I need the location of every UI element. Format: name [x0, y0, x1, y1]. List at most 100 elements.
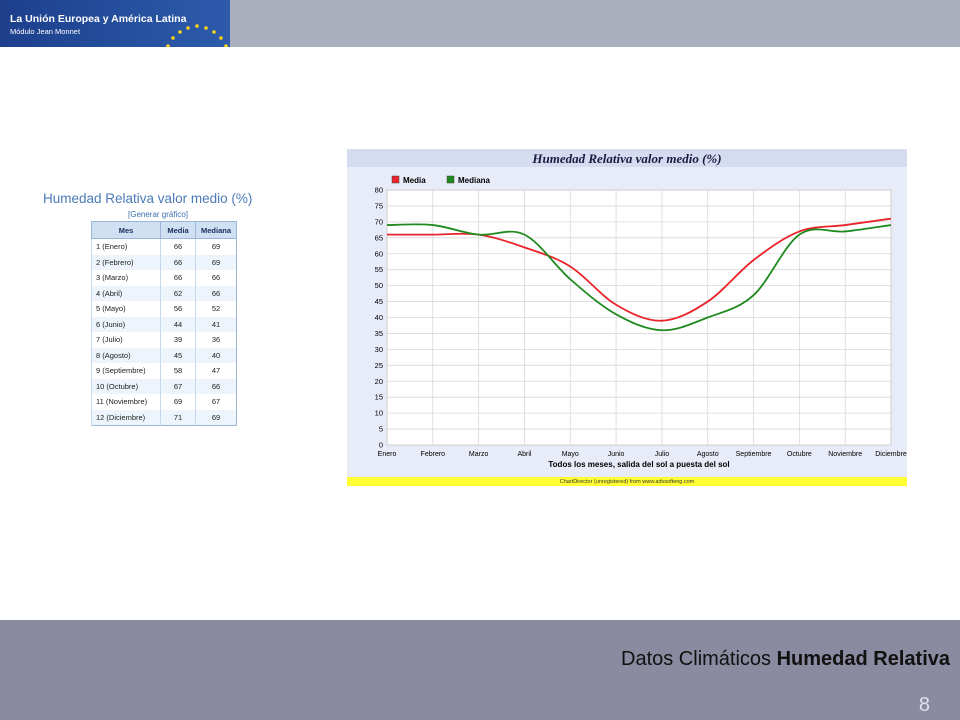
cell-mes: 1 (Enero) — [91, 238, 161, 255]
y-tick-label: 15 — [375, 393, 383, 402]
table-title: Humedad Relativa valor medio (%) — [43, 191, 253, 206]
cell-media: 67 — [160, 378, 196, 394]
chart-footnote: ChartDirector (unregistered) from www.ad… — [560, 479, 695, 485]
cell-mediana: 69 — [195, 238, 237, 255]
x-tick-label: Noviembre — [828, 451, 862, 458]
cell-mediana: 69 — [195, 254, 237, 270]
y-tick-label: 75 — [375, 201, 383, 210]
slide-title: Datos Climáticos Humedad Relativa — [621, 648, 950, 671]
cell-media: 66 — [160, 238, 196, 255]
cell-mediana: 66 — [195, 378, 237, 394]
cell-mes: 9 (Septiembre) — [91, 363, 161, 379]
cell-mediana: 67 — [195, 394, 237, 410]
table-row: 7 (Julio) 39 36 — [91, 332, 237, 348]
table-row: 4 (Abril) 62 66 — [91, 285, 237, 301]
cell-media: 71 — [160, 409, 196, 426]
y-tick-label: 80 — [375, 186, 383, 195]
x-axis-label: Todos los meses, salida del sol a puesta… — [548, 460, 729, 469]
cell-mes: 7 (Julio) — [91, 332, 161, 348]
eu-stars-icon — [166, 24, 228, 47]
slide-title-bold: Humedad Relativa — [776, 648, 950, 670]
y-tick-label: 30 — [375, 345, 383, 354]
y-tick-label: 5 — [379, 425, 383, 434]
generate-chart-link[interactable]: [Generar gráfico] — [128, 210, 188, 219]
x-tick-label: Marzo — [469, 451, 489, 458]
y-tick-label: 50 — [375, 281, 383, 290]
y-tick-label: 40 — [375, 313, 383, 322]
climate-table: Mes Media Mediana 1 (Enero) 66 69 2 (Febrer… — [91, 221, 237, 426]
y-tick-label: 10 — [375, 409, 383, 418]
cell-mes: 4 (Abril) — [91, 285, 161, 301]
legend-swatch — [391, 175, 400, 184]
y-tick-label: 70 — [375, 217, 383, 226]
logo-subtitle: Módulo Jean Monnet — [10, 27, 81, 36]
cell-mediana: 66 — [195, 270, 237, 286]
table-row: 2 (Febrero) 66 69 — [91, 254, 237, 270]
column-header-media: Media — [160, 221, 196, 239]
x-tick-label: Octubre — [787, 451, 812, 458]
table-row: 5 (Mayo) 56 52 — [91, 301, 237, 317]
slide-title-regular: Datos Climáticos — [621, 648, 777, 670]
x-tick-label: Mayo — [562, 451, 579, 458]
table-row: 8 (Agosto) 45 40 — [91, 347, 237, 363]
x-tick-label: Junio — [608, 451, 625, 458]
cell-mes: 12 (Diciembre) — [91, 409, 161, 426]
cell-mes: 3 (Marzo) — [91, 270, 161, 286]
cell-mes: 8 (Agosto) — [91, 347, 161, 363]
y-tick-label: 65 — [375, 233, 383, 242]
cell-media: 66 — [160, 270, 196, 286]
legend-label: Mediana — [458, 176, 491, 185]
footer-bar: Datos Climáticos Humedad Relativa 8 — [0, 620, 960, 720]
cell-media: 44 — [160, 316, 196, 332]
table-row: 10 (Octubre) 67 66 — [91, 378, 237, 394]
table-row: 12 (Diciembre) 71 69 — [91, 409, 237, 426]
cell-mediana: 52 — [195, 301, 237, 317]
table-header-row: Mes Media Mediana — [91, 221, 237, 239]
column-header-mediana: Mediana — [195, 221, 237, 239]
cell-mediana: 66 — [195, 285, 237, 301]
legend-label: Media — [403, 176, 426, 185]
x-tick-label: Septiembre — [736, 451, 772, 458]
y-tick-label: 35 — [375, 329, 383, 338]
cell-media: 39 — [160, 332, 196, 348]
logo-banner: La Unión Europea y América Latina Módulo… — [0, 0, 230, 47]
x-tick-label: Julio — [655, 451, 670, 458]
humidity-chart: Humedad Relativa valor medio (%) ChartDi… — [347, 149, 907, 486]
cell-media: 45 — [160, 347, 196, 363]
cell-mes: 10 (Octubre) — [91, 378, 161, 394]
y-tick-label: 0 — [379, 441, 383, 450]
chart-title: Humedad Relativa valor medio (%) — [531, 151, 721, 166]
x-tick-label: Febrero — [421, 451, 446, 458]
x-tick-label: Agosto — [697, 451, 719, 458]
cell-media: 56 — [160, 301, 196, 317]
y-tick-label: 55 — [375, 265, 383, 274]
cell-media: 66 — [160, 254, 196, 270]
cell-mediana: 36 — [195, 332, 237, 348]
cell-mes: 6 (Junio) — [91, 316, 161, 332]
cell-mediana: 41 — [195, 316, 237, 332]
table-row: 9 (Septiembre) 58 47 — [91, 363, 237, 379]
cell-mediana: 69 — [195, 409, 237, 426]
cell-mediana: 47 — [195, 363, 237, 379]
x-tick-label: Diciembre — [875, 451, 907, 458]
x-tick-label: Abril — [517, 451, 531, 458]
table-row: 1 (Enero) 66 69 — [91, 238, 237, 255]
table-row: 3 (Marzo) 66 66 — [91, 270, 237, 286]
y-tick-label: 25 — [375, 361, 383, 370]
cell-media: 62 — [160, 285, 196, 301]
legend-swatch — [446, 175, 455, 184]
table-row: 6 (Junio) 44 41 — [91, 316, 237, 332]
chart-svg: Humedad Relativa valor medio (%) ChartDi… — [347, 149, 907, 486]
cell-mediana: 40 — [195, 347, 237, 363]
cell-media: 58 — [160, 363, 196, 379]
x-tick-label: Enero — [378, 451, 397, 458]
y-tick-label: 60 — [375, 249, 383, 258]
y-tick-label: 45 — [375, 297, 383, 306]
cell-mes: 2 (Febrero) — [91, 254, 161, 270]
table-row: 11 (Noviembre) 69 67 — [91, 394, 237, 410]
cell-mes: 11 (Noviembre) — [91, 394, 161, 410]
page-number: 8 — [918, 694, 930, 716]
y-tick-label: 20 — [375, 377, 383, 386]
cell-mes: 5 (Mayo) — [91, 301, 161, 317]
header-bar: La Unión Europea y América Latina Módulo… — [0, 0, 960, 47]
